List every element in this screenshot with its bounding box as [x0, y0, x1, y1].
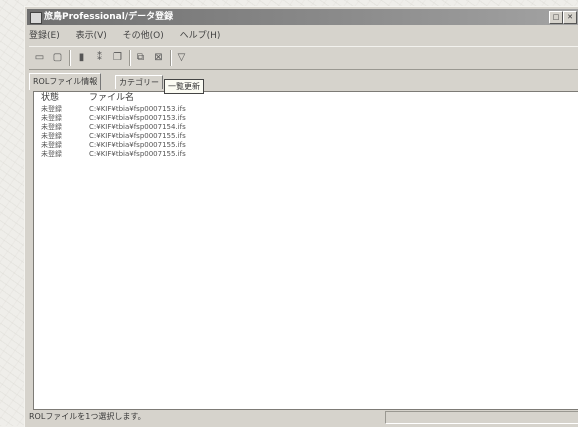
register-icon[interactable]: ⧉	[133, 50, 148, 65]
maximize-button[interactable]: □	[549, 11, 563, 24]
status-bar: ROLファイルを1つ選択します。	[29, 410, 578, 424]
row-status: 未登録	[41, 141, 62, 149]
row-status: 未登録	[41, 150, 62, 158]
toolbar: ▭ ▢ ▮ ⁑ ❐ ⧉ ⊠ ▽	[29, 46, 578, 70]
title-bar: 旅鳥Professional/データ登録 □ ✕	[27, 9, 578, 25]
close-button[interactable]: ✕	[563, 11, 577, 24]
table-row[interactable]: 未登録 C:¥KIF¥tbia¥fsp0007155.ifs	[34, 150, 578, 159]
save-icon[interactable]: ▮	[74, 50, 89, 65]
app-icon	[30, 12, 42, 24]
tab-category[interactable]: カテゴリー	[115, 75, 163, 89]
row-status: 未登録	[41, 105, 62, 113]
menu-view[interactable]: 表示(V)	[76, 31, 107, 41]
table-row[interactable]: 未登録 C:¥KIF¥tbia¥fsp0007153.ifs	[34, 105, 578, 114]
row-file: C:¥KIF¥tbia¥fsp0007155.ifs	[89, 150, 186, 158]
table-row[interactable]: 未登録 C:¥KIF¥tbia¥fsp0007153.ifs	[34, 114, 578, 123]
window-title: 旅鳥Professional/データ登録	[44, 12, 174, 22]
row-status: 未登録	[41, 132, 62, 140]
delete-icon[interactable]: ⊠	[151, 50, 166, 65]
table-row[interactable]: 未登録 C:¥KIF¥tbia¥fsp0007155.ifs	[34, 132, 578, 141]
tooltip: 一覧更新	[164, 79, 204, 94]
table-row[interactable]: 未登録 C:¥KIF¥tbia¥fsp0007155.ifs	[34, 141, 578, 150]
file-list[interactable]: 状態 ファイル名 未登録 C:¥KIF¥tbia¥fsp0007153.ifs …	[33, 91, 578, 410]
status-panel	[385, 411, 578, 424]
row-status: 未登録	[41, 114, 62, 122]
menu-edit[interactable]: 登録(E)	[29, 31, 60, 41]
open-folder-icon[interactable]: ▭	[32, 50, 47, 65]
column-header-status[interactable]: 状態	[41, 92, 59, 104]
cut-icon[interactable]: ⁑	[92, 50, 107, 65]
list-header: 状態 ファイル名	[34, 92, 578, 104]
toolbar-separator	[129, 50, 130, 66]
menu-bar: 登録(E) 表示(V) その他(O) ヘルプ(H)	[29, 29, 233, 43]
row-file: C:¥KIF¥tbia¥fsp0007153.ifs	[89, 114, 186, 122]
row-file: C:¥KIF¥tbia¥fsp0007154.ifs	[89, 123, 186, 131]
toolbar-separator	[170, 50, 171, 66]
table-row[interactable]: 未登録 C:¥KIF¥tbia¥fsp0007154.ifs	[34, 123, 578, 132]
status-text: ROLファイルを1つ選択します。	[29, 412, 146, 421]
tab-rol-file-info[interactable]: ROLファイル情報	[29, 73, 102, 90]
filter-icon[interactable]: ▽	[174, 50, 189, 65]
column-header-file[interactable]: ファイル名	[89, 92, 134, 104]
menu-help[interactable]: ヘルプ(H)	[180, 31, 221, 41]
menu-other[interactable]: その他(O)	[123, 31, 164, 41]
row-file: C:¥KIF¥tbia¥fsp0007155.ifs	[89, 132, 186, 140]
new-icon[interactable]: ▢	[50, 50, 65, 65]
row-status: 未登録	[41, 123, 62, 131]
row-file: C:¥KIF¥tbia¥fsp0007153.ifs	[89, 105, 186, 113]
app-window: 旅鳥Professional/データ登録 □ ✕ 登録(E) 表示(V) その他…	[24, 6, 578, 427]
toolbar-separator	[69, 50, 70, 66]
row-file: C:¥KIF¥tbia¥fsp0007155.ifs	[89, 141, 186, 149]
copy-icon[interactable]: ❐	[110, 50, 125, 65]
